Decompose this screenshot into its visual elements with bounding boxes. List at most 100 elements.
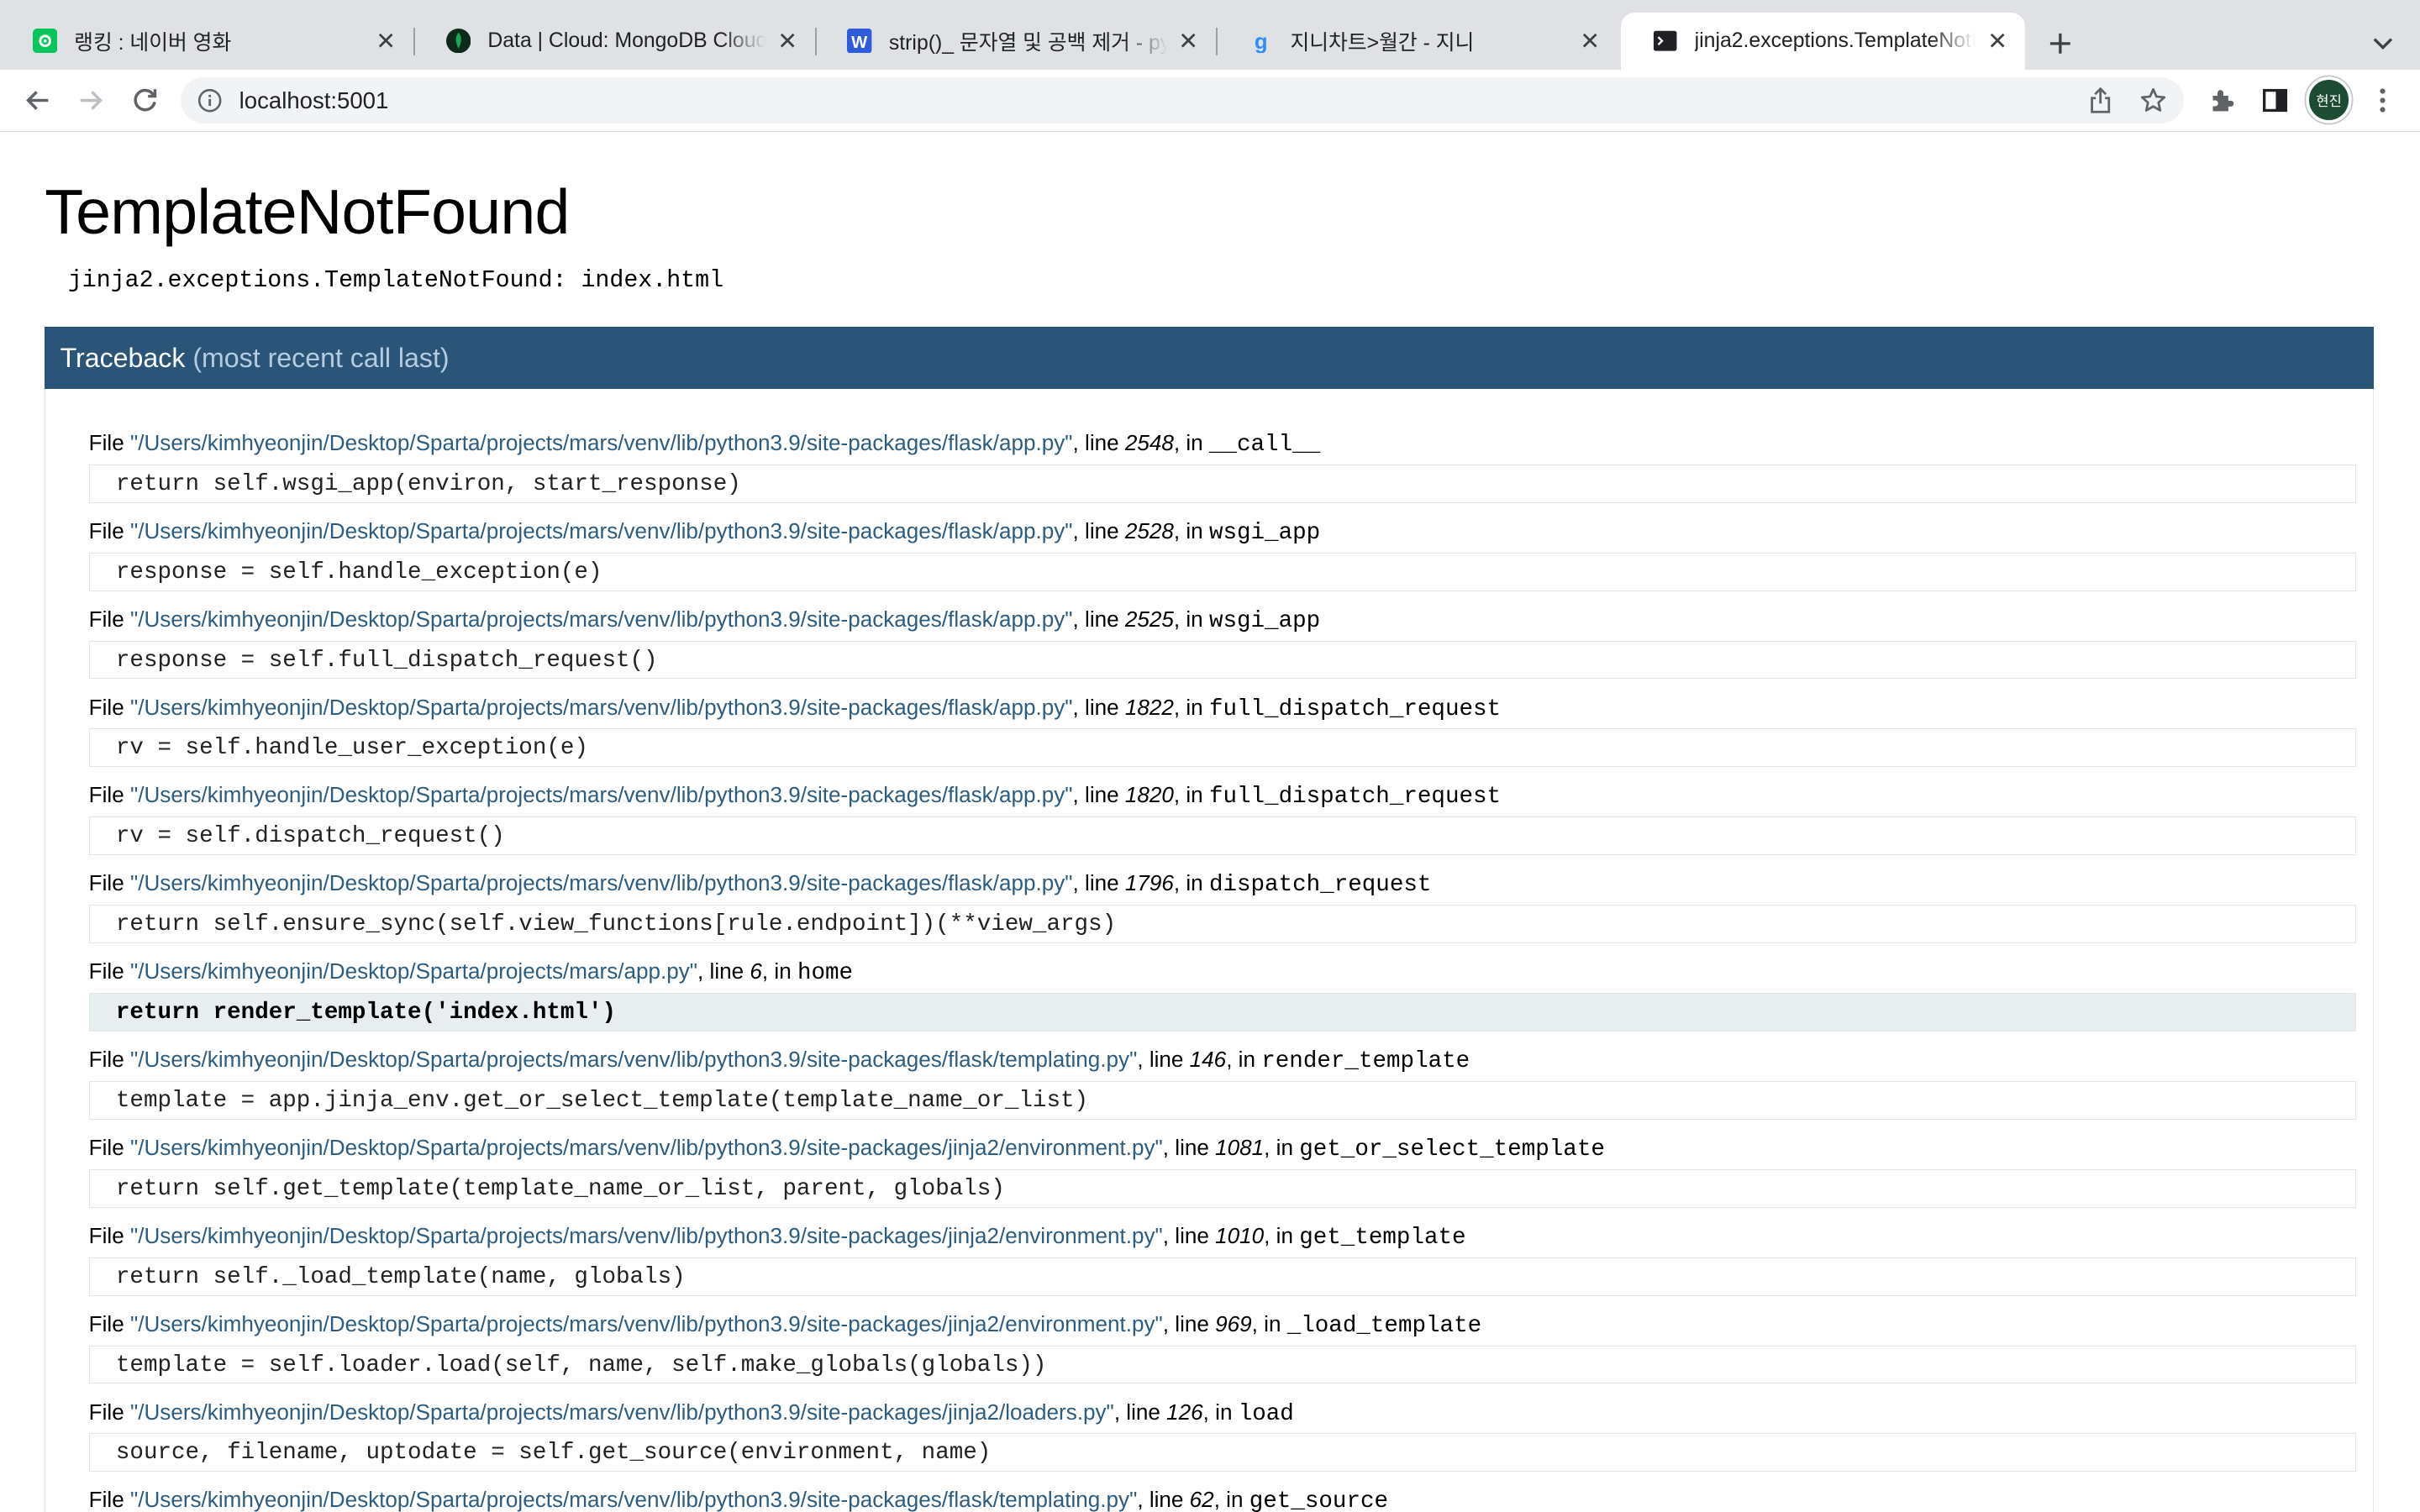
frame-source-line[interactable]: rv = self.dispatch_request() [88,816,2356,856]
traceback-body: File "/Users/kimhyeonjin/Desktop/Sparta/… [45,388,2374,1512]
frame-header: File "/Users/kimhyeonjin/Desktop/Sparta/… [89,1131,2356,1164]
frame-line-number: 146 [1189,1047,1227,1073]
traceback-frame: File "/Users/kimhyeonjin/Desktop/Sparta/… [88,1042,2356,1120]
file-label: File [88,429,130,455]
close-tab-icon[interactable] [1985,29,2009,53]
new-tab-button[interactable] [2042,24,2079,61]
file-label: File [88,1399,130,1425]
traceback-frame: File "/Users/kimhyeonjin/Desktop/Sparta/… [89,1483,2356,1512]
frame-filename[interactable]: "/Users/kimhyeonjin/Desktop/Sparta/proje… [130,1487,1137,1512]
blog-w-icon: W [847,28,872,54]
frame-header: File "/Users/kimhyeonjin/Desktop/Sparta/… [89,778,2356,811]
error-page: TemplateNotFound jinja2.exceptions.Templ… [0,132,2420,1512]
frame-function: full_dispatch_request [1208,784,1502,811]
tab-strip: 랭킹 : 네이버 영화 Data | Cloud: MongoDB Cloud … [0,0,2420,70]
tab-title: Data | Cloud: MongoDB Cloud [487,29,766,52]
close-tab-icon[interactable] [1577,29,1602,53]
terminal-icon [1653,29,1677,53]
in-label: , in [1173,517,1209,543]
frame-filename[interactable]: "/Users/kimhyeonjin/Desktop/Sparta/proje… [130,430,1073,455]
site-info-icon[interactable] [196,87,224,114]
url-text: localhost:5001 [239,87,389,113]
side-panel-icon[interactable] [2254,79,2296,122]
frame-source-line[interactable]: template = self.loader.load(self, name, … [88,1345,2356,1384]
frame-filename[interactable]: "/Users/kimhyeonjin/Desktop/Sparta/proje… [130,695,1073,720]
frame-filename[interactable]: "/Users/kimhyeonjin/Desktop/Sparta/proje… [130,870,1073,895]
frame-header: File "/Users/kimhyeonjin/Desktop/Sparta/… [89,426,2356,459]
frame-header: File "/Users/kimhyeonjin/Desktop/Sparta/… [89,690,2356,724]
frame-source-line[interactable]: rv = self.handle_user_exception(e) [88,728,2356,768]
tab-mongodb[interactable]: Data | Cloud: MongoDB Cloud [413,13,815,70]
tab-naver-movie[interactable]: 랭킹 : 네이버 영화 [0,13,413,70]
frame-line-number: 969 [1215,1310,1252,1336]
tab-search-chevron-icon[interactable] [2365,24,2402,61]
in-label: , in [1173,870,1209,896]
bookmark-star-icon[interactable] [2138,85,2169,116]
in-label: , in [1264,1222,1300,1248]
traceback-frame: File "/Users/kimhyeonjin/Desktop/Sparta/… [88,1131,2356,1208]
close-tab-icon[interactable] [374,29,398,53]
frame-function: get_template [1299,1224,1466,1251]
frame-filename[interactable]: "/Users/kimhyeonjin/Desktop/Sparta/proje… [130,958,697,984]
frame-source-line[interactable]: source, filename, uptodate = self.get_so… [88,1433,2356,1473]
frame-filename[interactable]: "/Users/kimhyeonjin/Desktop/Sparta/proje… [130,1047,1137,1072]
frame-filename[interactable]: "/Users/kimhyeonjin/Desktop/Sparta/proje… [130,518,1073,543]
naver-movie-icon [32,28,57,54]
frame-line-number: 126 [1166,1399,1203,1425]
frame-source-line[interactable]: template = app.jinja_env.get_or_select_t… [88,1080,2356,1120]
frame-function: dispatch_request [1208,872,1432,899]
frame-function: full_dispatch_request [1208,696,1502,722]
frame-line-number: 1010 [1215,1222,1265,1248]
frame-source-line[interactable]: response = self.handle_exception(e) [88,552,2356,591]
frame-function: _load_template [1286,1312,1482,1339]
frame-line-number: 1081 [1215,1134,1265,1160]
frame-source-line[interactable]: return self._load_template(name, globals… [88,1257,2356,1296]
frame-header: File "/Users/kimhyeonjin/Desktop/Sparta/… [89,1395,2356,1429]
file-label: File [88,694,130,720]
extensions-puzzle-icon[interactable] [2201,79,2244,122]
reload-button[interactable] [124,79,166,122]
forward-button[interactable] [70,79,113,122]
file-label: File [88,870,130,896]
line-label: , line [1072,517,1125,543]
traceback-subtitle: (most recent call last) [192,342,450,373]
line-label: , line [1072,606,1125,632]
file-label: File [88,517,130,543]
frame-source-line[interactable]: return self.wsgi_app(environ, start_resp… [88,464,2356,503]
close-tab-icon[interactable] [775,29,799,53]
browser-toolbar: localhost:5001 현진 [0,69,2420,133]
traceback-frame: File "/Users/kimhyeonjin/Desktop/Sparta/… [88,426,2356,503]
frame-source-line[interactable]: return self.ensure_sync(self.view_functi… [88,905,2356,944]
file-label: File [88,782,130,808]
tab-template-not-found[interactable]: jinja2.exceptions.TemplateNotFound [1620,12,2025,70]
frame-header: File "/Users/kimhyeonjin/Desktop/Sparta/… [89,954,2356,988]
browser-menu-icon[interactable] [2361,79,2404,122]
frame-filename[interactable]: "/Users/kimhyeonjin/Desktop/Sparta/proje… [130,1311,1163,1336]
address-bar[interactable]: localhost:5001 [180,76,2184,123]
file-label: File [88,958,130,984]
genie-g-icon: g [1249,29,1273,54]
tab-strip-python[interactable]: W strip()_ 문자열 및 공백 제거 - python [815,13,1217,70]
profile-avatar[interactable]: 현진 [2308,80,2349,121]
tab-title: 랭킹 : 네이버 영화 [74,31,232,55]
frame-function: home [797,960,854,987]
frame-filename[interactable]: "/Users/kimhyeonjin/Desktop/Sparta/proje… [130,1399,1114,1425]
close-tab-icon[interactable] [1176,29,1201,53]
frame-source-line[interactable]: return render_template('index.html') [88,993,2356,1032]
frame-filename[interactable]: "/Users/kimhyeonjin/Desktop/Sparta/proje… [130,1135,1163,1160]
frame-filename[interactable]: "/Users/kimhyeonjin/Desktop/Sparta/proje… [130,1223,1163,1248]
frame-source-line[interactable]: response = self.full_dispatch_request() [88,640,2356,680]
frame-filename[interactable]: "/Users/kimhyeonjin/Desktop/Sparta/proje… [130,782,1073,807]
in-label: , in [1213,1487,1249,1512]
tab-genie-chart[interactable]: g 지니차트>월간 - 지니 [1216,13,1618,70]
frame-source-line[interactable]: return self.get_template(template_name_o… [88,1168,2356,1208]
back-button[interactable] [15,79,58,122]
file-label: File [88,1310,130,1336]
frame-filename[interactable]: "/Users/kimhyeonjin/Desktop/Sparta/proje… [130,606,1073,632]
frame-function: get_source [1249,1488,1389,1512]
traceback-frame: File "/Users/kimhyeonjin/Desktop/Sparta/… [88,778,2356,856]
share-icon[interactable] [2085,85,2116,116]
traceback-frame: File "/Users/kimhyeonjin/Desktop/Sparta/… [88,1395,2356,1473]
tab-title: jinja2.exceptions.TemplateNotFound [1694,29,1975,52]
frame-line-number: 1796 [1124,870,1174,896]
